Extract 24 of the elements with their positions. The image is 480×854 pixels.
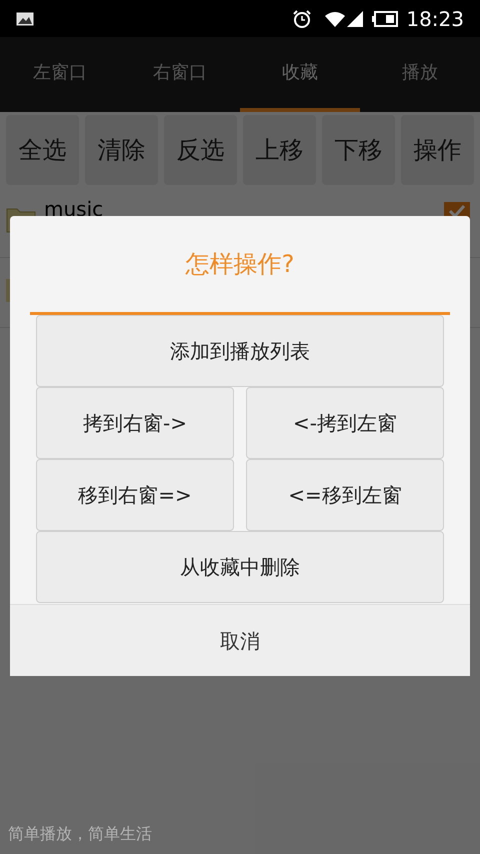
battery-icon bbox=[372, 10, 398, 26]
tab[interactable]: 左窗口 bbox=[0, 37, 120, 112]
toolbar-button[interactable]: 上移 bbox=[243, 115, 316, 185]
action-button[interactable]: <=移到左窗 bbox=[246, 459, 444, 531]
action-button[interactable]: <-拷到左窗 bbox=[246, 387, 444, 459]
action-button[interactable]: 从收藏中删除 bbox=[36, 531, 444, 603]
action-button[interactable]: 拷到右窗-> bbox=[36, 387, 234, 459]
wifi-icon bbox=[324, 10, 346, 28]
cancel-button[interactable]: 取消 bbox=[10, 604, 470, 676]
signal-icon bbox=[346, 10, 364, 28]
tab[interactable]: 播放 bbox=[360, 37, 480, 112]
toolbar-button[interactable]: 反选 bbox=[164, 115, 237, 185]
dialog-title: 怎样操作? bbox=[186, 249, 294, 280]
image-icon bbox=[16, 12, 34, 26]
tab[interactable]: 右窗口 bbox=[120, 37, 240, 112]
clock-time: 18:23 bbox=[406, 6, 464, 32]
slogan-text: 简单播放，简单生活 bbox=[7, 823, 153, 845]
action-button[interactable]: 添加到播放列表 bbox=[36, 315, 444, 387]
toolbar-button[interactable]: 下移 bbox=[322, 115, 395, 185]
toolbar-button[interactable]: 操作 bbox=[401, 115, 474, 185]
toolbar-button[interactable]: 全选 bbox=[6, 115, 79, 185]
toolbar-button[interactable]: 清除 bbox=[85, 115, 158, 185]
alarm-icon bbox=[292, 8, 312, 28]
action-button[interactable]: 移到右窗=> bbox=[36, 459, 234, 531]
